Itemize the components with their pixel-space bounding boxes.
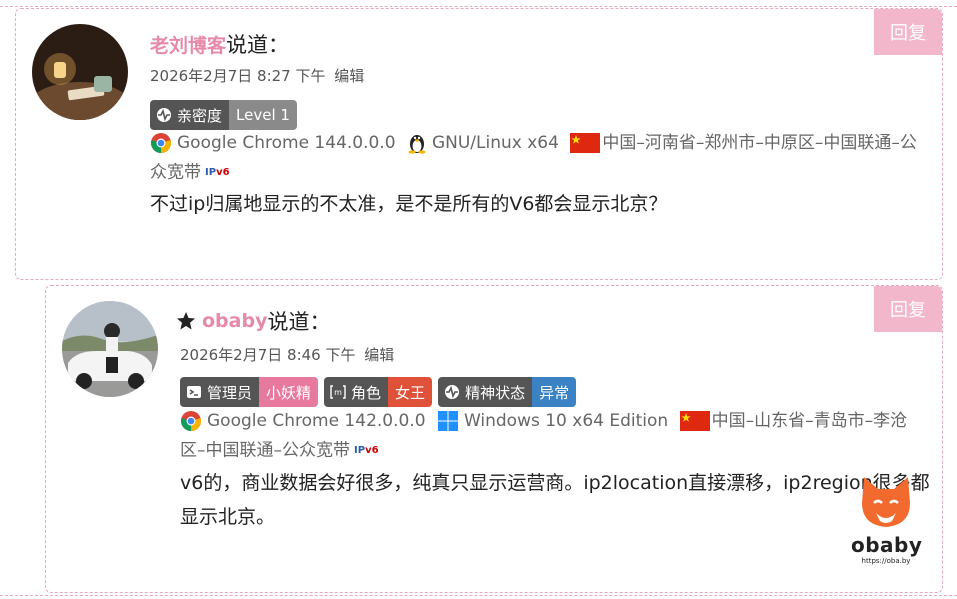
obaby-watermark: obaby https://oba.by bbox=[851, 473, 923, 565]
badge-row: 管理员 小妖精 m 角色 女王 精神状态 异常 bbox=[180, 377, 577, 407]
badge-label: 亲密度 bbox=[177, 106, 223, 125]
badge-label: 角色 bbox=[351, 383, 382, 402]
star-icon bbox=[177, 312, 195, 330]
reply-button[interactable]: 回复 bbox=[874, 9, 942, 55]
badge-intimacy: 亲密度 Level 1 bbox=[150, 100, 297, 130]
pulse-icon bbox=[157, 108, 171, 122]
author-line: 老刘博客 说道： bbox=[150, 29, 289, 59]
os-text: GNU/Linux x64 bbox=[431, 133, 559, 153]
said-label: 说道： bbox=[226, 33, 290, 57]
comment-meta: 2026年2月7日 8:27 下午 编辑 bbox=[150, 65, 368, 86]
comment-item: 回复 obaby 说道： 2026年2月7日 8:46 下午 编辑 管理员 小妖… bbox=[45, 285, 943, 593]
browser-text: Google Chrome 144.0.0.0 bbox=[177, 133, 396, 153]
avatar[interactable] bbox=[32, 24, 128, 120]
said-label: 说道： bbox=[267, 310, 331, 334]
admin-icon bbox=[187, 386, 201, 398]
comment-meta: 2026年2月7日 8:46 下午 编辑 bbox=[180, 344, 398, 365]
ipv6-icon: IPv6 bbox=[354, 445, 379, 456]
badge-value: 小妖精 bbox=[259, 377, 319, 407]
linux-icon bbox=[408, 135, 426, 154]
chrome-icon bbox=[151, 133, 171, 153]
fox-logo-icon bbox=[862, 477, 910, 527]
role-icon: m bbox=[330, 385, 346, 399]
badge-mental-state: 精神状态 异常 bbox=[438, 377, 577, 407]
badge-admin: 管理员 小妖精 bbox=[180, 377, 319, 407]
china-flag-icon bbox=[679, 411, 710, 431]
pulse-icon bbox=[445, 385, 460, 399]
reply-button[interactable]: 回复 bbox=[874, 286, 942, 332]
author-name[interactable]: 老刘博客 bbox=[150, 31, 226, 58]
avatar[interactable] bbox=[62, 301, 158, 397]
ipv6-icon: IPv6 bbox=[205, 167, 230, 178]
watermark-url: https://oba.by bbox=[861, 557, 911, 565]
comment-date[interactable]: 2026年2月7日 8:27 下午 bbox=[150, 67, 325, 85]
svg-text:m: m bbox=[334, 388, 342, 397]
comment-item: 回复 老刘博客 说道： 2026年2月7日 8:27 下午 编辑 亲密度 Lev… bbox=[15, 8, 943, 280]
author-name[interactable]: obaby bbox=[202, 310, 267, 332]
comment-date[interactable]: 2026年2月7日 8:46 下午 bbox=[180, 346, 355, 364]
badge-value: Level 1 bbox=[229, 100, 297, 130]
top-divider bbox=[0, 6, 957, 7]
china-flag-icon bbox=[570, 133, 601, 153]
bottom-divider bbox=[0, 595, 957, 596]
author-line: obaby 说道： bbox=[176, 306, 330, 336]
badge-role: m 角色 女王 bbox=[324, 377, 433, 407]
comment-body: v6的，商业数据会好很多，纯真只显示运营商。ip2location直接漂移，ip… bbox=[180, 472, 930, 528]
comment-body: 不过ip归属地显示的不太准，是不是所有的V6都会显示北京？ bbox=[150, 193, 668, 215]
watermark-text: obaby bbox=[851, 533, 923, 557]
user-agent-info: Google Chrome 144.0.0.0 GNU/Linux x64 中国… bbox=[150, 129, 920, 188]
badge-label: 管理员 bbox=[207, 383, 253, 402]
edit-link[interactable]: 编辑 bbox=[334, 67, 364, 85]
chrome-icon bbox=[181, 411, 201, 431]
badge-value: 异常 bbox=[532, 377, 577, 407]
browser-text: Google Chrome 142.0.0.0 bbox=[207, 411, 426, 431]
badge-value: 女王 bbox=[388, 377, 433, 407]
os-text: Windows 10 x64 Edition bbox=[463, 411, 669, 431]
windows-icon bbox=[437, 411, 458, 431]
edit-link[interactable]: 编辑 bbox=[364, 346, 394, 364]
badge-row: 亲密度 Level 1 bbox=[150, 100, 297, 130]
user-agent-info: Google Chrome 142.0.0.0 Windows 10 x64 E… bbox=[180, 407, 920, 466]
badge-label: 精神状态 bbox=[465, 383, 526, 402]
